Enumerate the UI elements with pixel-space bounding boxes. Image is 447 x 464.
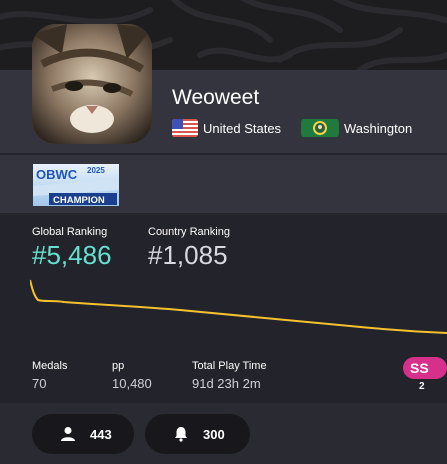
medals-label: Medals — [32, 360, 68, 372]
followers-count: 443 — [90, 426, 112, 442]
region-link[interactable]: Washington — [301, 117, 412, 139]
followers-button[interactable]: 443 — [32, 414, 134, 454]
pp-label: pp — [112, 360, 125, 372]
country-ranking-value: #1,085 — [148, 240, 228, 270]
rank-history-graph[interactable] — [30, 278, 447, 338]
pp-value: 10,480 — [112, 376, 152, 391]
badge-subtitle: CHAMPION — [53, 195, 105, 206]
subscribers-count: 300 — [203, 426, 225, 442]
ss-grade-label: SS — [410, 360, 429, 376]
badge-title: OBWC — [36, 167, 78, 182]
global-ranking-value: #5,486 — [32, 240, 112, 270]
bell-icon — [175, 427, 187, 442]
global-ranking-label: Global Ranking — [32, 226, 108, 238]
mapping-subscribers-button[interactable]: 300 — [145, 414, 250, 454]
country-link[interactable]: United States — [172, 117, 281, 139]
us-flag-icon — [172, 119, 198, 137]
ss-grade-icon: SS — [403, 357, 447, 379]
play-time-value: 91d 23h 2m — [192, 376, 261, 391]
rank-history-line — [30, 279, 447, 334]
username: Weoweet — [172, 86, 260, 109]
ss-grade-count: 2 — [419, 381, 425, 392]
medals-value: 70 — [32, 376, 47, 391]
play-time-label: Total Play Time — [192, 360, 267, 372]
tournament-badge[interactable]: OBWC 2025 CHAMPION — [33, 164, 119, 206]
region-name: Washington — [344, 120, 413, 136]
country-ranking-label: Country Ranking — [148, 226, 230, 238]
badge-year: 2025 — [87, 166, 105, 175]
country-name: United States — [203, 120, 282, 136]
washington-flag-icon — [301, 119, 339, 137]
avatar[interactable] — [32, 24, 152, 144]
user-icon — [61, 427, 75, 441]
